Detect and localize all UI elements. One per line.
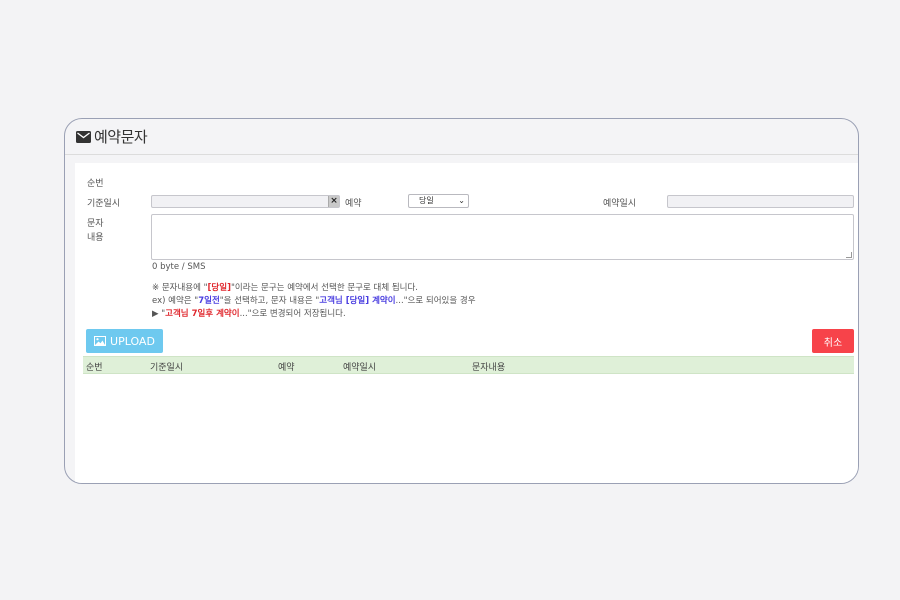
note-line-3: ▶ "고객님 7일후 계약이..."으로 변경되어 저장됩니다. [152,307,346,319]
upload-button[interactable]: UPLOAD [86,329,163,353]
note-text: "을 선택하고, 문자 내용은 " [219,296,320,306]
note-highlight: 고객님 [당일] 계약이 [319,296,396,306]
column-header-reservation[interactable]: 예약 [278,360,295,373]
reservation-date-input[interactable] [667,195,854,208]
note-text: ※ 문자내용에 " [152,283,208,293]
column-header-content[interactable]: 문자내용 [472,360,505,373]
clear-icon[interactable]: × [328,196,339,207]
table-header: 순번 기준일시 예약 예약일시 문자내용 [83,356,854,374]
note-text: "이라는 문구는 예약에서 선택한 문구로 대체 됩니다. [230,283,419,293]
reservation-date-label: 예약일시 [603,199,637,209]
reservation-label: 예약 [345,199,362,209]
note-line-2: ex) 예약은 "7일전"을 선택하고, 문자 내용은 "고객님 [당일] 계약… [152,294,476,306]
note-text: ex) 예약은 " [152,296,199,306]
note-highlight: 7일전 [198,296,220,306]
column-header-base-date[interactable]: 기준일시 [150,360,183,373]
reservation-sms-window: 예약문자 순번 기준일시 × 예약 당일 ⌄ 예약일시 문자 내용 0 byte… [64,118,859,484]
note-text: ▶ " [152,309,166,319]
window-titlebar: 예약문자 [65,119,858,155]
byte-counter: 0 byte / SMS [152,262,206,272]
column-header-seq[interactable]: 순번 [86,360,103,373]
base-date-input[interactable]: × [151,195,340,208]
note-highlight: 고객님 7일후 계약이 [165,309,240,319]
resize-handle-icon[interactable] [846,252,852,258]
mail-icon [76,130,91,143]
note-text: ..."으로 변경되어 저장됩니다. [239,309,346,319]
reservation-select[interactable]: 당일 ⌄ [408,194,469,208]
image-icon [94,336,107,346]
column-header-reservation-date[interactable]: 예약일시 [343,360,376,373]
base-date-label: 기준일시 [87,199,121,209]
note-text: ..."으로 되어있을 경우 [395,296,476,306]
seq-label: 순번 [87,179,104,189]
upload-button-label: UPLOAD [110,334,155,348]
reservation-selected-value: 당일 [419,196,434,205]
window-title: 예약문자 [94,128,148,146]
cancel-button[interactable]: 취소 [812,329,854,353]
chevron-down-icon: ⌄ [458,196,465,205]
form-panel: 순번 기준일시 × 예약 당일 ⌄ 예약일시 문자 내용 0 byte / SM… [75,163,858,483]
note-highlight: [당일] [207,283,231,293]
content-label-line2: 내용 [87,233,104,243]
content-textarea[interactable] [151,214,854,260]
note-line-1: ※ 문자내용에 "[당일]"이라는 문구는 예약에서 선택한 문구로 대체 됩니… [152,281,418,293]
content-label-line1: 문자 [87,219,104,229]
